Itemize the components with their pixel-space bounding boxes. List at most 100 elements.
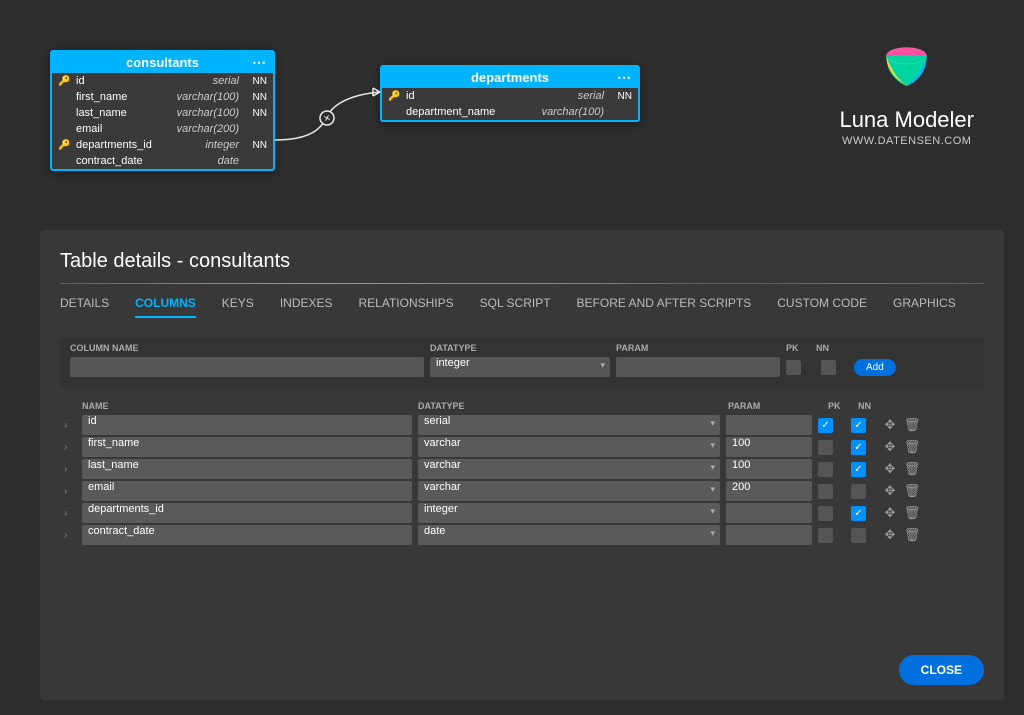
column-nn-label: NN <box>245 140 267 151</box>
column-nn-checkbox[interactable]: ✓ <box>851 418 866 433</box>
new-column-datatype-select[interactable]: integer <box>430 357 610 377</box>
entity-column-row[interactable]: contract_datedate <box>52 153 273 169</box>
tab-keys[interactable]: KEYS <box>222 296 254 318</box>
column-nn-checkbox[interactable]: ✓ <box>851 440 866 455</box>
column-pk-checkbox[interactable] <box>818 484 833 499</box>
entity-menu-icon[interactable]: ⋯ <box>617 69 632 86</box>
list-header-nn: NN <box>858 401 888 411</box>
entity-header[interactable]: consultants ⋯ <box>52 52 273 73</box>
tab-indexes[interactable]: INDEXES <box>280 296 333 318</box>
column-name-input[interactable]: email <box>82 481 412 501</box>
column-name-input[interactable]: first_name <box>82 437 412 457</box>
brand-url: WWW.DATENSEN.COM <box>839 135 974 147</box>
delete-icon[interactable]: 🗑 <box>904 527 920 543</box>
column-pk-checkbox[interactable] <box>818 462 833 477</box>
column-name-label: id <box>406 90 578 102</box>
column-datatype-select[interactable]: varchar <box>418 437 720 457</box>
delete-icon[interactable]: 🗑 <box>904 439 920 455</box>
column-name-input[interactable]: id <box>82 415 412 435</box>
delete-icon[interactable]: 🗑 <box>904 461 920 477</box>
expand-icon[interactable]: › <box>64 464 76 475</box>
entity-column-row[interactable]: 🔑idserialNN <box>382 88 638 104</box>
list-header-pk: PK <box>828 401 858 411</box>
entity-column-row[interactable]: first_namevarchar(100)NN <box>52 89 273 105</box>
move-icon[interactable]: ✥ <box>882 527 898 543</box>
delete-icon[interactable]: 🗑 <box>904 483 920 499</box>
column-datatype-select[interactable]: serial <box>418 415 720 435</box>
column-nn-label: NN <box>610 91 632 102</box>
expand-icon[interactable]: › <box>64 530 76 541</box>
column-name-input[interactable]: contract_date <box>82 525 412 545</box>
column-name-input[interactable]: departments_id <box>82 503 412 523</box>
entity-header[interactable]: departments ⋯ <box>382 67 638 88</box>
expand-icon[interactable]: › <box>64 420 76 431</box>
column-datatype-select[interactable]: varchar <box>418 459 720 479</box>
add-button[interactable]: Add <box>854 359 896 376</box>
column-pk-checkbox[interactable] <box>818 528 833 543</box>
expand-icon[interactable]: › <box>64 486 76 497</box>
column-name-label: contract_date <box>76 155 218 167</box>
tab-custom-code[interactable]: CUSTOM CODE <box>777 296 867 318</box>
entity-column-row[interactable]: emailvarchar(200) <box>52 121 273 137</box>
column-pk-checkbox[interactable]: ✓ <box>818 418 833 433</box>
relationship-line <box>275 60 385 160</box>
list-header-param: PARAM <box>728 401 828 411</box>
entity-menu-icon[interactable]: ⋯ <box>252 54 267 71</box>
move-icon[interactable]: ✥ <box>882 461 898 477</box>
expand-icon[interactable]: › <box>64 442 76 453</box>
column-param-input[interactable] <box>726 503 812 523</box>
move-icon[interactable]: ✥ <box>882 417 898 433</box>
list-header-datatype: DATATYPE <box>418 401 728 411</box>
entity-column-row[interactable]: last_namevarchar(100)NN <box>52 105 273 121</box>
move-icon[interactable]: ✥ <box>882 483 898 499</box>
brand-title: Luna Modeler <box>839 107 974 133</box>
column-name-label: last_name <box>76 107 177 119</box>
column-param-input[interactable]: 200 <box>726 481 812 501</box>
tab-before-and-after-scripts[interactable]: BEFORE AND AFTER SCRIPTS <box>577 296 752 318</box>
entity-column-row[interactable]: department_namevarchar(100) <box>382 104 638 120</box>
entity-column-row[interactable]: 🔑idserialNN <box>52 73 273 89</box>
delete-icon[interactable]: 🗑 <box>904 417 920 433</box>
column-param-input[interactable]: 100 <box>726 459 812 479</box>
column-nn-checkbox[interactable] <box>851 484 866 499</box>
column-name-label: departments_id <box>76 139 205 151</box>
move-icon[interactable]: ✥ <box>882 505 898 521</box>
column-pk-checkbox[interactable] <box>818 440 833 455</box>
column-nn-checkbox[interactable] <box>851 528 866 543</box>
column-pk-checkbox[interactable] <box>818 506 833 521</box>
column-name-label: email <box>76 123 177 135</box>
column-nn-checkbox[interactable]: ✓ <box>851 462 866 477</box>
column-name-label: first_name <box>76 91 177 103</box>
new-column-pk-checkbox[interactable] <box>786 360 801 375</box>
tab-details[interactable]: DETAILS <box>60 296 109 318</box>
column-param-input[interactable] <box>726 525 812 545</box>
column-nn-checkbox[interactable]: ✓ <box>851 506 866 521</box>
column-datatype-select[interactable]: date <box>418 525 720 545</box>
close-button[interactable]: CLOSE <box>899 655 984 685</box>
header-nn: NN <box>816 343 846 353</box>
new-column-name-input[interactable] <box>70 357 424 377</box>
column-row: › last_name varchar 100 ✓ ✥ 🗑 <box>60 459 984 479</box>
column-nn-label: NN <box>245 92 267 103</box>
new-column-param-input[interactable] <box>616 357 780 377</box>
entity-column-row[interactable]: 🔑departments_idintegerNN <box>52 137 273 153</box>
tab-relationships[interactable]: RELATIONSHIPS <box>359 296 454 318</box>
column-param-input[interactable] <box>726 415 812 435</box>
column-name-label: id <box>76 75 213 87</box>
tab-columns[interactable]: COLUMNS <box>135 296 196 318</box>
column-type-label: serial <box>213 75 245 87</box>
tab-graphics[interactable]: GRAPHICS <box>893 296 956 318</box>
new-column-nn-checkbox[interactable] <box>821 360 836 375</box>
entity-title: consultants <box>126 55 199 70</box>
entity-consultants[interactable]: consultants ⋯ 🔑idserialNNfirst_namevarch… <box>50 50 275 171</box>
column-datatype-select[interactable]: integer <box>418 503 720 523</box>
move-icon[interactable]: ✥ <box>882 439 898 455</box>
delete-icon[interactable]: 🗑 <box>904 505 920 521</box>
column-datatype-select[interactable]: varchar <box>418 481 720 501</box>
tab-sql-script[interactable]: SQL SCRIPT <box>480 296 551 318</box>
expand-icon[interactable]: › <box>64 508 76 519</box>
column-name-input[interactable]: last_name <box>82 459 412 479</box>
entity-departments[interactable]: departments ⋯ 🔑idserialNNdepartment_name… <box>380 65 640 122</box>
column-param-input[interactable]: 100 <box>726 437 812 457</box>
entity-title: departments <box>471 70 549 85</box>
